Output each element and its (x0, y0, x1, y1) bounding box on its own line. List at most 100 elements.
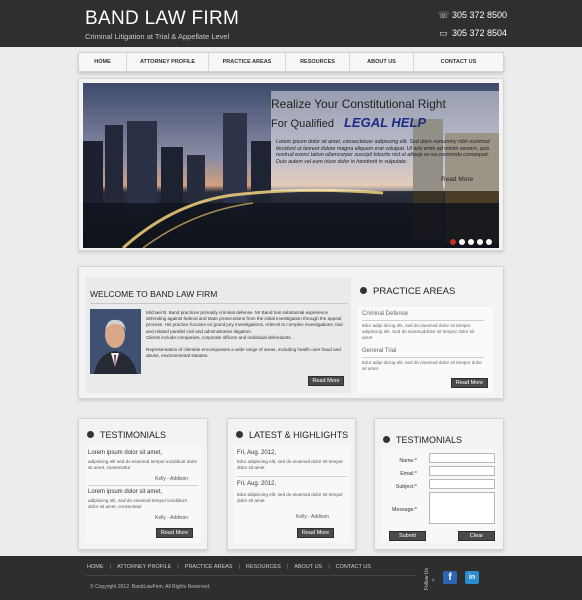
message-textarea[interactable] (429, 492, 495, 524)
slider-dot-2[interactable] (459, 239, 465, 245)
nav-practice-areas[interactable]: PRACTICE AREAS (209, 53, 286, 71)
welcome-read-more-button[interactable]: Read More (308, 376, 344, 386)
testimonial-head-1: Lorem ipsum dolor sit amet, (88, 450, 163, 456)
practice-item-title-2[interactable]: General Trial (362, 348, 396, 354)
slide-body: Lorem ipsum dolor sit amet, consectetuer… (276, 139, 490, 165)
welcome-para-1: Michael B. Band practices primarily crim… (146, 310, 343, 334)
linkedin-icon[interactable]: in (465, 571, 479, 584)
fax-icon: ▭ (439, 28, 448, 38)
footer-link-resources[interactable]: RESOURCES (246, 564, 281, 570)
clear-button[interactable]: Clear (458, 531, 495, 541)
footer-copyright: © Copyright 2012. BandLawFirm. All Right… (90, 584, 211, 590)
practice-read-more-button[interactable]: Read More (451, 378, 488, 388)
slider-dot-5[interactable] (486, 239, 492, 245)
practice-item-text-1: Itdur adipi dicing elit, sed do eiusmod … (362, 323, 475, 341)
nav-home[interactable]: HOME (79, 53, 127, 71)
testimonial-author-1: Kelly - Addison (155, 476, 189, 482)
submit-button[interactable]: Submit (389, 531, 426, 541)
slide-headline: Realize Your Constitutional Right (271, 97, 446, 111)
contact-form-panel: TESTIMONIALS Name:* Email:* Subject:* Me… (374, 418, 504, 550)
slide-subline: For Qualified LEGAL HELP (271, 115, 495, 130)
footer-link-practice-areas[interactable]: PRACTICE AREAS (185, 564, 233, 570)
facebook-icon[interactable]: f (443, 571, 457, 584)
contact-form-heading: TESTIMONIALS (383, 435, 462, 445)
main-nav: HOME ATTORNEY PROFILE PRACTICE AREAS RES… (78, 52, 504, 72)
practice-item-title-1[interactable]: Criminal Defense (362, 311, 408, 317)
practice-item-text-2: Itdur adipi dicing elit, sed do eiusmod … (362, 360, 483, 372)
slide-caption: Realize Your Constitutional Right For Qu… (271, 97, 495, 130)
slider-pagination (450, 239, 492, 245)
slider-dot-4[interactable] (477, 239, 483, 245)
footer-separator: | (238, 564, 240, 570)
chevron-right-icon: › (432, 577, 435, 584)
name-input[interactable] (429, 453, 495, 463)
attorney-photo (90, 309, 141, 374)
email-input[interactable] (429, 466, 495, 476)
latest-text-1: Itdur adipiscing elit, sed do eiusmod do… (237, 459, 343, 471)
footer-divider (86, 575, 416, 576)
welcome-panel: WELCOME TO BAND LAW FIRM Michael B. Band… (78, 266, 504, 399)
welcome-para-2: Clients include companies, corporate off… (146, 334, 292, 340)
nav-attorney-profile[interactable]: ATTORNEY PROFILE (127, 53, 209, 71)
latest-heading: LATEST & HIGHLIGHTS (236, 430, 348, 440)
testimonials-list: Lorem ipsum dolor sit amet, adipiscing e… (85, 445, 201, 543)
contact-form: Name:* Email:* Subject:* Message:* Submi… (381, 449, 497, 543)
header: BAND LAW FIRM Criminal Litigation at Tri… (0, 0, 582, 47)
testimonial-text-2: adipiscing elit, sed do eiusmod tempor i… (88, 498, 187, 510)
site-tagline: Criminal Litigation at Trial & Appellate… (85, 32, 230, 41)
footer-separator: | (328, 564, 330, 570)
practice-areas-section: PRACTICE AREAS Criminal Defense Itdur ad… (358, 277, 493, 393)
message-label: Message:* (391, 507, 417, 513)
nav-contact-us[interactable]: CONTACT US (414, 53, 503, 71)
hero-slide-image: Realize Your Constitutional Right For Qu… (83, 83, 499, 248)
testimonial-author-2: Kelly - Addison (155, 515, 189, 521)
attorney-portrait-graphic (90, 309, 141, 374)
bullet-icon (383, 436, 390, 443)
welcome-title: WELCOME TO BAND LAW FIRM (90, 289, 218, 299)
practice-areas-heading: PRACTICE AREAS (360, 286, 455, 297)
footer-link-contact-us[interactable]: CONTACT US (336, 564, 371, 570)
footer-separator: | (286, 564, 289, 570)
site-logo[interactable]: BAND LAW FIRM (85, 8, 239, 30)
latest-text-2: Itdur adipiscing elit, sed do eiusmod do… (237, 492, 343, 504)
latest-title: LATEST & HIGHLIGHTS (249, 430, 349, 440)
practice-divider-1 (362, 320, 484, 321)
phone-number-1: ☏ 305 372 8500 (438, 10, 507, 21)
footer-link-attorney-profile[interactable]: ATTORNEY PROFILE (117, 564, 171, 570)
testimonials-title: TESTIMONIALS (100, 430, 167, 440)
subject-input[interactable] (429, 479, 495, 489)
slider-dot-1[interactable] (450, 239, 456, 245)
footer-separator: | (177, 564, 179, 570)
bullet-icon (236, 431, 243, 438)
latest-author: Kelly - Addison (296, 514, 330, 520)
welcome-section: WELCOME TO BAND LAW FIRM Michael B. Band… (86, 277, 351, 393)
testimonial-divider (88, 485, 198, 486)
footer-link-home[interactable]: HOME (87, 564, 104, 570)
latest-date-2: Fri, Aug. 2012, (237, 481, 277, 487)
contact-form-title: TESTIMONIALS (396, 435, 463, 445)
slide-subline-text: For Qualified (271, 118, 334, 130)
latest-divider (237, 476, 347, 477)
welcome-text: Michael B. Band practices primarily crim… (146, 310, 346, 359)
nav-about-us[interactable]: ABOUT US (350, 53, 414, 71)
latest-date-1: Fri, Aug. 2012, (237, 450, 277, 456)
testimonial-text-1: adipiscing elit sed do eiusmod tempor in… (88, 459, 198, 471)
welcome-para-3: Representation of clientele encompasses … (146, 347, 341, 359)
email-label: Email:* (400, 471, 417, 477)
bullet-icon (87, 431, 94, 438)
slide-read-more-link[interactable]: Read More (441, 176, 473, 183)
footer-separator: | (109, 564, 111, 570)
footer: HOME | ATTORNEY PROFILE | PRACTICE AREAS… (0, 556, 582, 600)
testimonials-read-more-button[interactable]: Read More (156, 528, 193, 538)
footer-link-about-us[interactable]: ABOUT US (294, 564, 322, 570)
footer-nav: HOME | ATTORNEY PROFILE | PRACTICE AREAS… (87, 564, 371, 570)
nav-resources[interactable]: RESOURCES (286, 53, 350, 71)
practice-areas-list: Criminal Defense Itdur adipi dicing elit… (358, 307, 493, 393)
phone-icon: ☏ (438, 10, 450, 20)
bullet-icon (360, 287, 367, 294)
practice-divider-2 (362, 357, 484, 358)
slider-dot-3[interactable] (468, 239, 474, 245)
slide-highlight: LEGAL HELP (343, 115, 427, 130)
subject-label: Subject:* (395, 484, 417, 490)
latest-read-more-button[interactable]: Read More (297, 528, 334, 538)
